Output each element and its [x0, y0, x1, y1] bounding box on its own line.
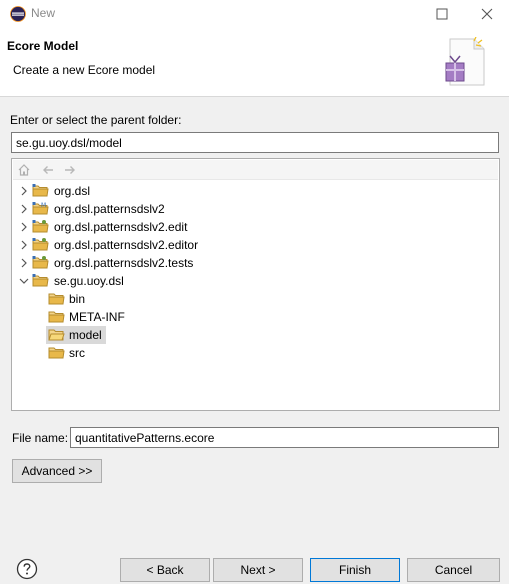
chevron-right-icon[interactable]	[18, 220, 30, 234]
wizard-header: Ecore Model Create a new Ecore model	[0, 28, 509, 97]
title-bar: New	[0, 0, 509, 28]
chevron-right-icon[interactable]	[18, 202, 30, 216]
file-name-label: File name:	[12, 431, 69, 445]
eclipse-logo-icon	[10, 6, 26, 22]
tree-item-bin[interactable]: bin	[12, 290, 492, 308]
chevron-down-icon[interactable]	[18, 274, 30, 288]
tree-item-model[interactable]: model	[12, 326, 492, 344]
project-folder-icon	[32, 256, 49, 269]
chevron-right-icon[interactable]	[18, 238, 30, 252]
advanced-button[interactable]: Advanced >>	[12, 459, 102, 483]
tree-item-label: org.dsl.patternsdslv2	[54, 202, 165, 216]
new-ecore-wizard-icon	[445, 37, 485, 86]
folder-icon	[48, 347, 65, 359]
forward-arrow-icon[interactable]	[63, 163, 77, 177]
help-icon[interactable]	[16, 558, 38, 580]
tree-item-org-dsl-patternsdslv2-edit[interactable]: org.dsl.patternsdslv2.edit	[12, 218, 492, 236]
project-folder-icon	[32, 220, 49, 233]
tree-item-org-dsl-patternsdslv2-editor[interactable]: org.dsl.patternsdslv2.editor	[12, 236, 492, 254]
wizard-title: Ecore Model	[7, 39, 79, 53]
tree-item-label: model	[69, 328, 102, 342]
tree-item-org-dsl[interactable]: org.dsl	[12, 182, 492, 200]
window-title: New	[31, 6, 56, 20]
tree-item-label: bin	[69, 292, 86, 306]
tree-item-meta-inf[interactable]: META-INF	[12, 308, 492, 326]
parent-folder-input[interactable]	[11, 132, 499, 153]
tree-item-label: META-INF	[69, 310, 125, 324]
next-button[interactable]: Next >	[213, 558, 303, 582]
tree-item-label: org.dsl.patternsdslv2.tests	[54, 256, 194, 270]
project-folder-icon	[32, 184, 49, 197]
tree-item-label: src	[69, 346, 85, 360]
home-icon[interactable]	[17, 163, 31, 177]
maximize-icon[interactable]	[432, 4, 452, 24]
chevron-right-icon[interactable]	[18, 184, 30, 198]
folder-icon	[48, 311, 65, 323]
tree-item-org-dsl-patternsdslv2[interactable]: M org.dsl.patternsdslv2	[12, 200, 492, 218]
wizard-description: Create a new Ecore model	[13, 63, 156, 77]
tree-toolbar	[13, 160, 498, 180]
project-folder-icon: M	[32, 202, 49, 215]
svg-text:M: M	[41, 202, 46, 209]
folder-icon	[48, 293, 65, 305]
back-button[interactable]: < Back	[120, 558, 210, 582]
tree-item-org-dsl-patternsdslv2-tests[interactable]: org.dsl.patternsdslv2.tests	[12, 254, 492, 272]
project-folder-icon	[32, 238, 49, 251]
tree-item-label: org.dsl.patternsdslv2.edit	[54, 220, 188, 234]
folder-tree[interactable]: org.dsl M org.dsl.patternsdslv2 org.dsl.…	[11, 158, 500, 411]
tree-item-src[interactable]: src	[12, 344, 492, 362]
tree-item-se-gu-uoy-dsl[interactable]: se.gu.uoy.dsl	[12, 272, 492, 290]
project-folder-icon	[32, 274, 49, 287]
back-arrow-icon[interactable]	[41, 163, 55, 177]
parent-folder-label: Enter or select the parent folder:	[10, 113, 182, 127]
chevron-right-icon[interactable]	[18, 256, 30, 270]
cancel-button[interactable]: Cancel	[407, 558, 500, 582]
open-folder-icon	[48, 329, 65, 341]
close-icon[interactable]	[477, 4, 497, 24]
file-name-input[interactable]	[70, 427, 499, 448]
tree-item-label: org.dsl.patternsdslv2.editor	[54, 238, 199, 252]
tree-item-label: se.gu.uoy.dsl	[54, 274, 124, 288]
tree-item-label: org.dsl	[54, 184, 91, 198]
finish-button[interactable]: Finish	[310, 558, 400, 582]
